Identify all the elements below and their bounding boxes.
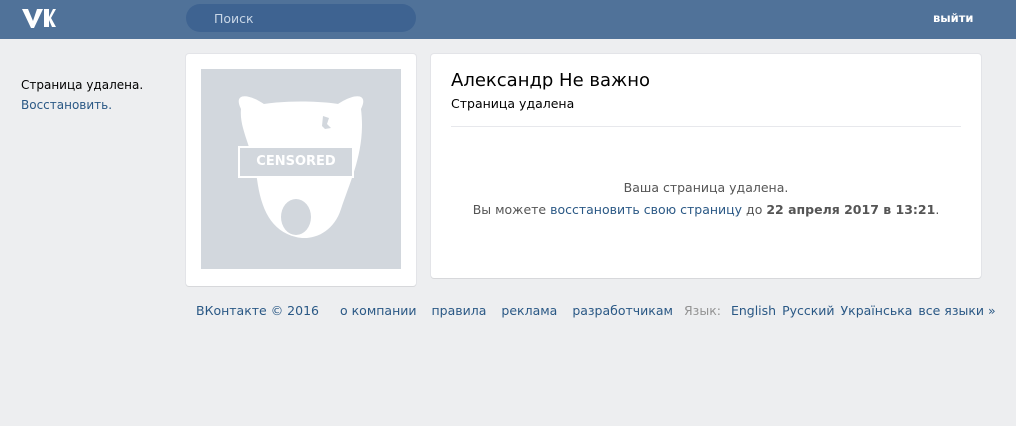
vk-logo-icon[interactable] [20, 6, 56, 30]
footer-languages: Язык: English Русский Українська все язы… [684, 303, 996, 318]
divider [451, 126, 961, 127]
deleted-message: Ваша страница удалена. [623, 180, 789, 195]
restore-message-suffix: . [935, 202, 940, 217]
footer-copyright: ВКонтакте © 2016 [196, 303, 319, 318]
censored-stamp: CENSORED [238, 146, 354, 178]
top-bar: выйти [0, 0, 1016, 39]
footer-link-about[interactable]: о компании [340, 303, 417, 318]
profile-photo-card: CENSORED [186, 54, 416, 286]
footer-link-developers[interactable]: разработчикам [572, 303, 673, 318]
restore-page-link[interactable]: восстановить свою страницу [550, 202, 742, 217]
logout-link[interactable]: выйти [933, 11, 973, 25]
language-ukrainian[interactable]: Українська [841, 303, 913, 318]
restore-message-middle: до [746, 202, 763, 217]
language-english[interactable]: English [731, 303, 776, 318]
footer-link-rules[interactable]: правила [432, 303, 487, 318]
restore-deadline: 22 апреля 2017 в 13:21 [766, 202, 936, 217]
language-label: Язык: [684, 303, 721, 318]
profile-name: Александр Не важно [451, 70, 651, 91]
footer-vk-link[interactable]: ВКонтакте © 2016 [196, 303, 319, 318]
profile-status: Страница удалена [451, 96, 575, 111]
deleted-text: Страница удалена. [21, 78, 144, 92]
left-deleted-note: Страница удалена. Восстановить. [21, 75, 143, 115]
footer-link-ads[interactable]: реклама [501, 303, 557, 318]
footer-links: о компании правила реклама разработчикам [340, 303, 684, 318]
restore-link[interactable]: Восстановить. [21, 95, 143, 115]
profile-photo: CENSORED [201, 69, 401, 269]
language-russian[interactable]: Русский [782, 303, 834, 318]
profile-info-card: Александр Не важно Страница удалена Ваша… [431, 54, 981, 278]
language-all[interactable]: все языки » [918, 303, 995, 318]
restore-message-prefix: Вы можете [472, 202, 547, 217]
restore-message: Вы можете восстановить свою страницу до … [431, 202, 981, 217]
search-input[interactable] [186, 4, 416, 32]
